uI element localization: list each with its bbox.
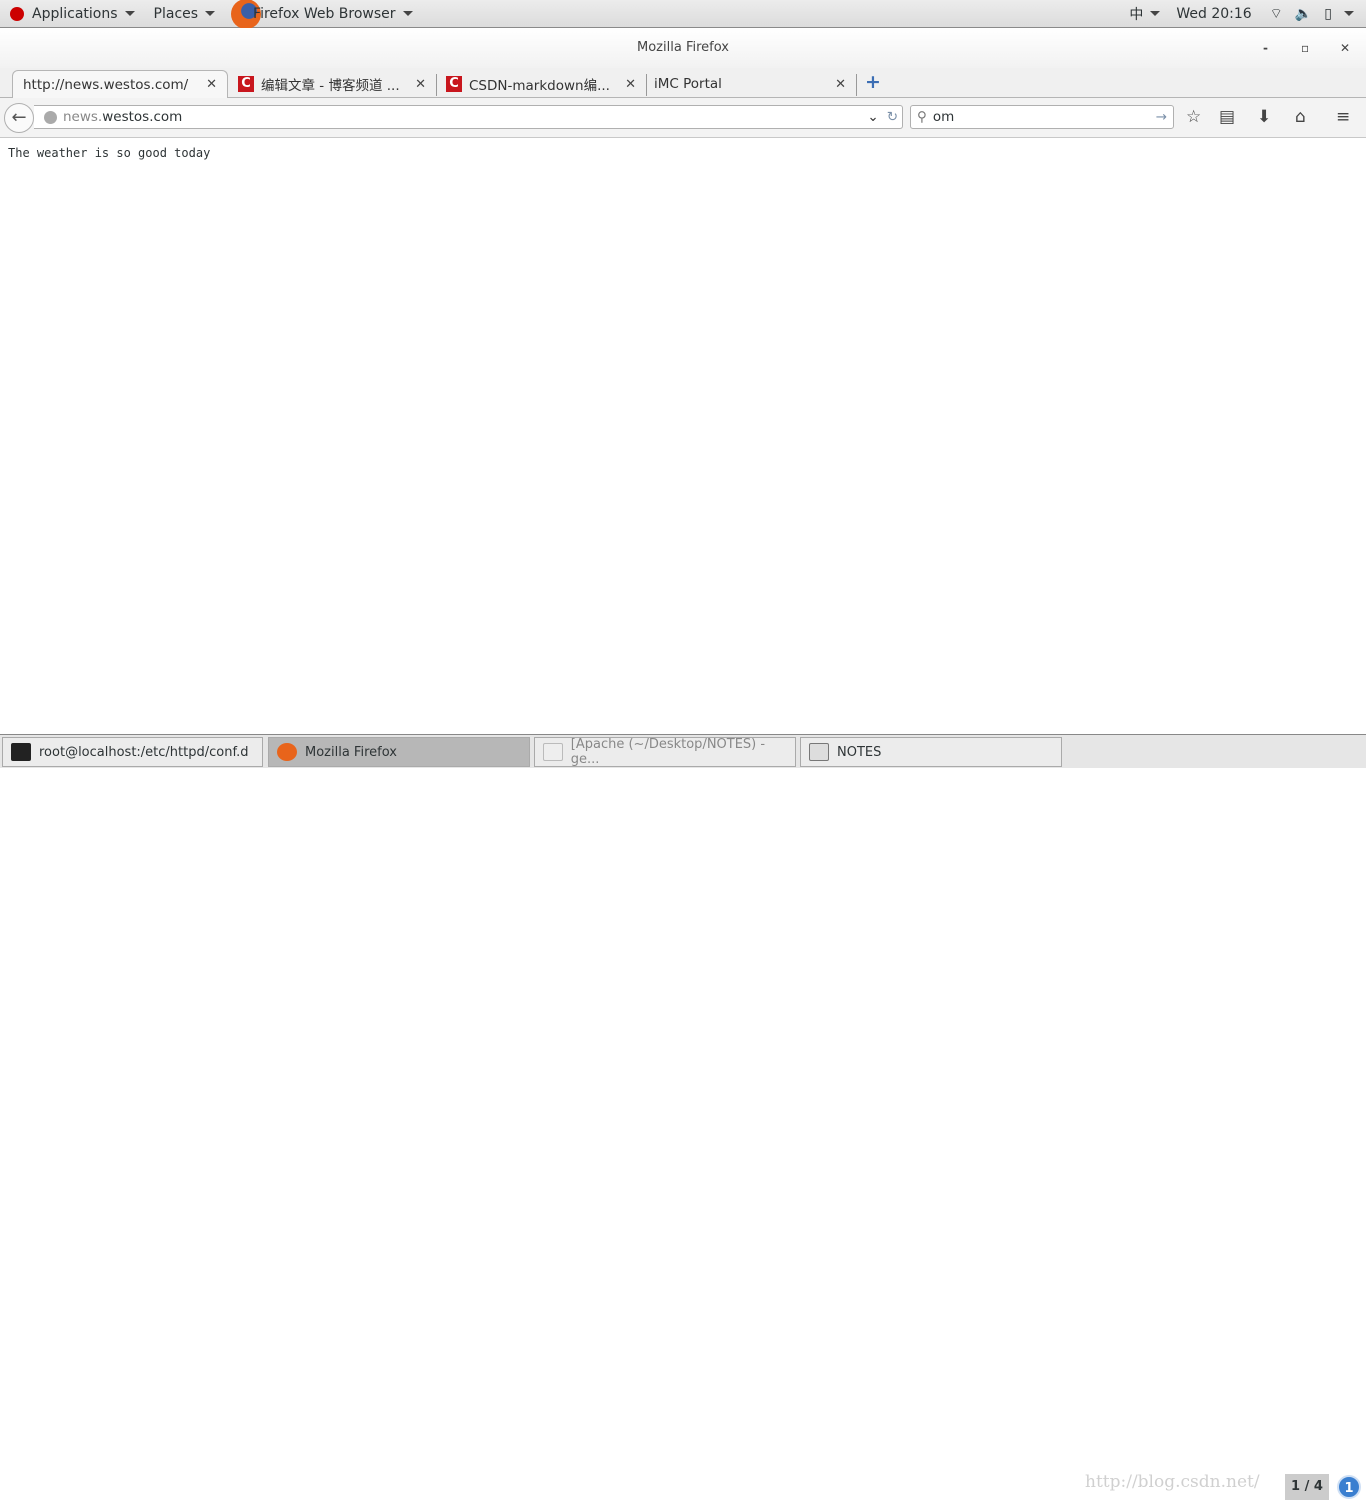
search-value: om [932,109,955,125]
close-tab-icon[interactable]: ✕ [206,77,217,92]
close-tab-icon[interactable]: ✕ [625,77,636,92]
csdn-icon: C [446,76,462,92]
redhat-icon [10,6,24,21]
tab-csdn-edit[interactable]: C 编辑文章 - 博客频道 ... ✕ [228,70,436,98]
task-label: root@localhost:/etc/httpd/conf.d [39,744,249,760]
url-domain: westos.com [102,109,183,125]
gnome-top-bar: Applications Places Firefox Web Browser … [0,0,1366,29]
task-notes[interactable]: NOTES [800,737,1062,767]
close-tab-icon[interactable]: ✕ [415,77,426,92]
search-go-icon[interactable]: → [1156,109,1167,125]
home-icon[interactable]: ⌂ [1295,107,1306,127]
tab-label: iMC Portal [654,76,722,92]
clock[interactable]: Wed 20:16 [1176,6,1251,22]
close-window-button[interactable]: ✕ [1340,28,1350,68]
task-label: [Apache (~/Desktop/NOTES) - ge... [570,737,766,767]
window-list: root@localhost:/etc/httpd/conf.d Mozilla… [0,734,1366,1500]
csdn-icon: C [238,76,254,92]
applications-menu[interactable]: Applications [10,6,135,22]
system-menu[interactable]: ⌔ 🔈 ▯ [1270,5,1354,23]
page-content: The weather is so good today [0,139,1366,735]
tab-imc-portal[interactable]: iMC Portal ✕ [644,70,856,98]
tab-csdn-markdown[interactable]: C CSDN-markdown编... ✕ [436,70,646,98]
places-label: Places [153,5,199,22]
clock-label: Wed 20:16 [1176,5,1252,22]
downloads-icon[interactable]: ⬇ [1257,107,1271,127]
url-prefix: news. [63,109,103,125]
input-method[interactable]: 中 [1129,4,1161,24]
tab-label: 编辑文章 - 博客频道 ... [261,78,400,94]
task-label: Mozilla Firefox [305,744,397,760]
file-manager-icon [809,743,829,761]
page-text: The weather is so good today [8,146,211,160]
tab-label: http://news.westos.com/ [23,76,189,93]
navigation-toolbar: news. westos.com ⌄ ↻ ← ⚲ om → ☆ ▤ ⬇ ⌂ ≡ [0,98,1366,138]
battery-icon: ▯ [1324,5,1332,22]
workspace-switcher[interactable]: 1 / 4 [1285,1474,1329,1500]
url-bar[interactable]: news. westos.com ⌄ ↻ [34,105,903,129]
wifi-icon: ⌔ [1269,5,1283,22]
bookmark-star-icon[interactable]: ☆ [1186,107,1201,127]
minimize-button[interactable]: - [1263,28,1268,68]
url-dropdown-icon[interactable]: ⌄ [867,109,878,125]
maximize-button[interactable]: ▫ [1301,28,1309,68]
back-button[interactable]: ← [4,103,34,133]
notification-badge[interactable]: 1 [1337,1475,1361,1499]
caret-icon [402,11,413,16]
close-tab-icon[interactable]: ✕ [835,77,846,92]
search-icon: ⚲ [917,109,927,125]
caret-icon [124,11,135,16]
window-titlebar: Mozilla Firefox - ▫ ✕ [0,28,1366,68]
app-name: Firefox Web Browser [253,5,396,22]
places-menu[interactable]: Places [154,6,216,22]
watermark: http://blog.csdn.net/ [1085,1472,1260,1492]
new-tab-button[interactable]: + [865,71,881,93]
menu-icon[interactable]: ≡ [1336,107,1350,127]
task-terminal[interactable]: root@localhost:/etc/httpd/conf.d [2,737,263,767]
globe-icon [44,110,57,124]
caret-icon [1150,11,1161,16]
task-firefox[interactable]: Mozilla Firefox [268,737,530,767]
firefox-icon [277,743,297,761]
tab-bar: http://news.westos.com/ ✕ C 编辑文章 - 博客频道 ..… [0,68,1366,98]
applications-label: Applications [32,5,118,22]
caret-icon [1344,11,1354,16]
task-label: NOTES [837,744,882,760]
tab-label: CSDN-markdown编... [469,78,610,94]
task-gedit[interactable]: [Apache (~/Desktop/NOTES) - ge... [534,737,796,767]
text-editor-icon [543,743,563,761]
reload-icon[interactable]: ↻ [887,109,898,125]
tab-news-westos[interactable]: http://news.westos.com/ ✕ [12,70,228,98]
terminal-icon [11,743,31,761]
app-menu[interactable]: Firefox Web Browser [231,0,413,29]
volume-muted-icon: 🔈 [1294,5,1313,22]
input-method-label: 中 [1129,6,1144,23]
window-title: Mozilla Firefox [637,40,729,55]
tab-divider [856,74,857,96]
caret-icon [205,11,216,16]
search-input[interactable]: ⚲ om → [910,105,1174,129]
bookmarks-menu-icon[interactable]: ▤ [1219,107,1235,127]
